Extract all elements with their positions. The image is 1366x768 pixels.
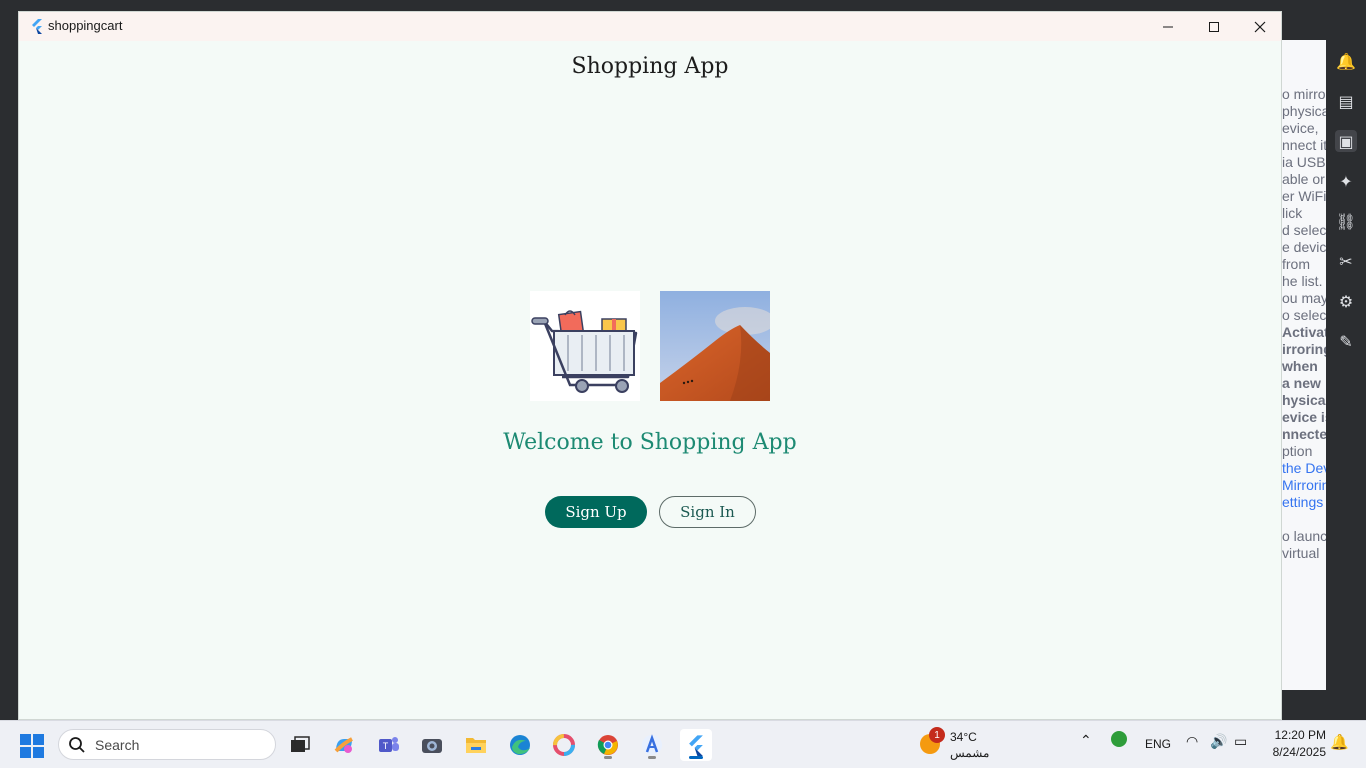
windows-start-icon[interactable]: [20, 734, 44, 758]
copilot-icon[interactable]: [328, 729, 360, 761]
teams-icon[interactable]: T: [372, 729, 404, 761]
edit-icon[interactable]: ✎: [1335, 330, 1357, 352]
ide-panel-text: o mirror physical evice, nnect it ia USB…: [1282, 86, 1326, 561]
notifications-icon[interactable]: 🔔: [1335, 50, 1357, 72]
task-view-icon[interactable]: [284, 729, 316, 761]
running-indicator: [604, 756, 612, 759]
maximize-icon: [1209, 21, 1219, 32]
gemini-icon[interactable]: ✦: [1335, 170, 1357, 192]
windows-taskbar: Search T 1 34°C مشمس ⌃ ENG ◠ 🔊 ▭ 12:20 P…: [0, 720, 1366, 768]
running-indicator: [648, 756, 656, 759]
android-studio-icon[interactable]: [636, 729, 668, 761]
active-indicator: [689, 756, 703, 759]
app-title: Shopping App: [571, 54, 729, 79]
wifi-icon[interactable]: ◠: [1186, 733, 1198, 750]
edge-icon[interactable]: [504, 729, 536, 761]
language-indicator[interactable]: ENG: [1145, 737, 1171, 751]
tools-icon[interactable]: ✂: [1335, 250, 1357, 272]
sign-in-button[interactable]: Sign In: [659, 496, 756, 528]
ide-left-rail: [0, 40, 18, 720]
notification-bell-icon[interactable]: 🔔: [1330, 733, 1349, 751]
clock-time[interactable]: 12:20 PM: [1270, 728, 1326, 742]
inspector-icon[interactable]: ⚙: [1335, 290, 1357, 312]
app-window: shoppingcart Shopping App Welcome to Sho…: [18, 11, 1282, 720]
camera-icon[interactable]: [416, 729, 448, 761]
app-tray-icon[interactable]: [1111, 731, 1127, 747]
device-manager-icon[interactable]: ▤: [1335, 90, 1357, 112]
chevron-up-icon[interactable]: ⌃: [1080, 732, 1092, 749]
search-icon: [69, 737, 85, 753]
desert-dune-image: [660, 291, 770, 401]
weather-badge: 1: [929, 727, 945, 743]
close-button[interactable]: [1237, 12, 1283, 41]
taskbar-search[interactable]: Search: [58, 729, 276, 760]
volume-icon[interactable]: 🔊: [1210, 733, 1227, 750]
sign-up-button[interactable]: Sign Up: [545, 496, 647, 528]
clock-date[interactable]: 8/24/2025: [1262, 745, 1326, 759]
minimize-button[interactable]: [1145, 12, 1191, 41]
weather-temperature[interactable]: 34°C: [950, 730, 977, 744]
maximize-button[interactable]: [1191, 12, 1237, 41]
search-placeholder: Search: [95, 737, 140, 753]
close-icon: [1254, 21, 1266, 32]
svg-text:T: T: [383, 741, 389, 751]
battery-icon[interactable]: ▭: [1234, 733, 1247, 750]
chrome-icon[interactable]: [592, 729, 624, 761]
window-titlebar: shoppingcart: [19, 12, 1281, 41]
file-explorer-icon[interactable]: [460, 729, 492, 761]
running-devices-icon[interactable]: ▣: [1335, 130, 1357, 152]
weather-description[interactable]: مشمس: [950, 746, 989, 760]
window-title: shoppingcart: [48, 18, 123, 33]
photos-icon[interactable]: [548, 729, 580, 761]
welcome-heading: Welcome to Shopping App: [503, 430, 797, 455]
flutter-app-icon[interactable]: [680, 729, 712, 761]
minimize-icon: [1163, 26, 1173, 27]
flutter-icon: [32, 19, 42, 34]
link-icon[interactable]: ⛓: [1335, 210, 1357, 232]
shopping-cart-image: [530, 291, 640, 401]
